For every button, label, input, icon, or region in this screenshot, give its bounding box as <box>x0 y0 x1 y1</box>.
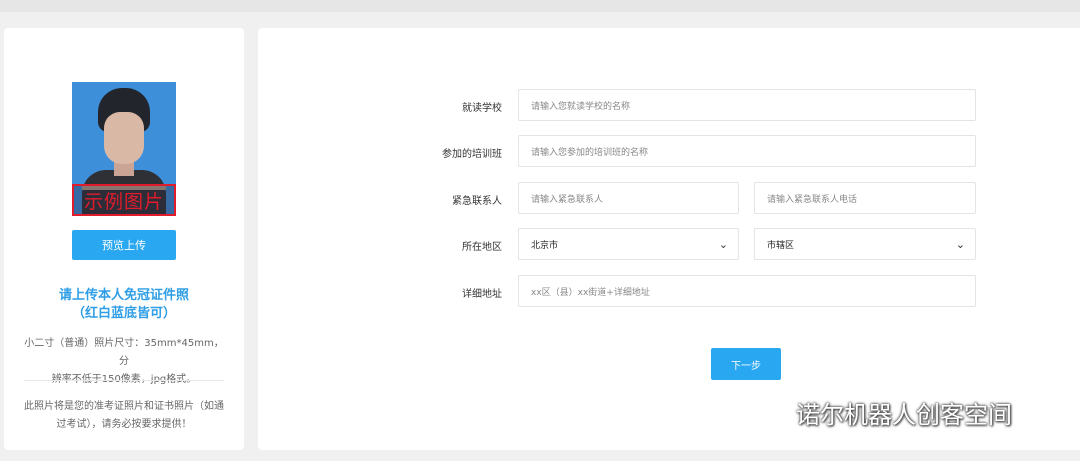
class-input[interactable]: 请输入您参加的培训班的名称 <box>518 135 976 167</box>
divider <box>24 380 224 381</box>
school-input[interactable]: 请输入您就读学校的名称 <box>518 89 976 121</box>
preview-upload-button[interactable]: 预览上传 <box>72 230 176 260</box>
city-select[interactable]: 北京市 ⌄ <box>518 228 739 260</box>
photo-upload-panel: 示例图片 预览上传 请上传本人免冠证件照 （红白蓝底皆可） 小二寸（普通）照片尺… <box>4 28 244 450</box>
contact-label: 紧急联系人 <box>452 196 502 207</box>
sample-photo: 示例图片 <box>72 82 176 216</box>
address-input[interactable]: xx区（县）xx街道+详细地址 <box>518 275 976 307</box>
address-label: 详细地址 <box>462 289 502 300</box>
watermark-text: 诺尔机器人创客空间 <box>796 401 1012 429</box>
district-select-value: 市辖区 <box>767 240 795 251</box>
wechat-icon <box>753 399 786 425</box>
city-select-value: 北京市 <box>531 240 559 251</box>
upload-title-line2: （红白蓝底皆可） <box>71 306 176 321</box>
registration-form: 就读学校 请输入您就读学校的名称 参加的培训班 请输入您参加的培训班的名称 紧急… <box>258 28 1080 450</box>
wechat-watermark: 诺尔机器人创客空间 <box>752 395 1012 430</box>
chevron-down-icon: ⌄ <box>955 237 965 251</box>
contact-phone-input[interactable]: 请输入紧急联系人电话 <box>754 182 976 214</box>
contact-name-input[interactable]: 请输入紧急联系人 <box>518 182 739 214</box>
note-line2: 过考试），请务必按要求提供！ <box>56 419 192 430</box>
top-strip <box>0 0 1080 12</box>
sample-photo-caption: 示例图片 <box>72 184 176 216</box>
class-label: 参加的培训班 <box>442 149 502 160</box>
region-label: 所在地区 <box>462 242 502 253</box>
photo-face <box>104 112 144 164</box>
photo-note-text: 此照片将是您的准考证照片和证书照片（如通 过考试），请务必按要求提供！ <box>20 398 228 434</box>
note-line1: 此照片将是您的准考证照片和证书照片（如通 <box>24 401 224 412</box>
upload-title-line1: 请上传本人免冠证件照 <box>58 288 189 303</box>
chevron-down-icon: ⌄ <box>718 237 728 251</box>
next-step-button[interactable]: 下一步 <box>711 348 781 380</box>
school-label: 就读学校 <box>462 103 502 114</box>
spec-line1: 小二寸（普通）照片尺寸：35mm*45mm，分 <box>24 338 224 367</box>
upload-title: 请上传本人免冠证件照 （红白蓝底皆可） <box>4 287 244 323</box>
district-select[interactable]: 市辖区 ⌄ <box>754 228 976 260</box>
